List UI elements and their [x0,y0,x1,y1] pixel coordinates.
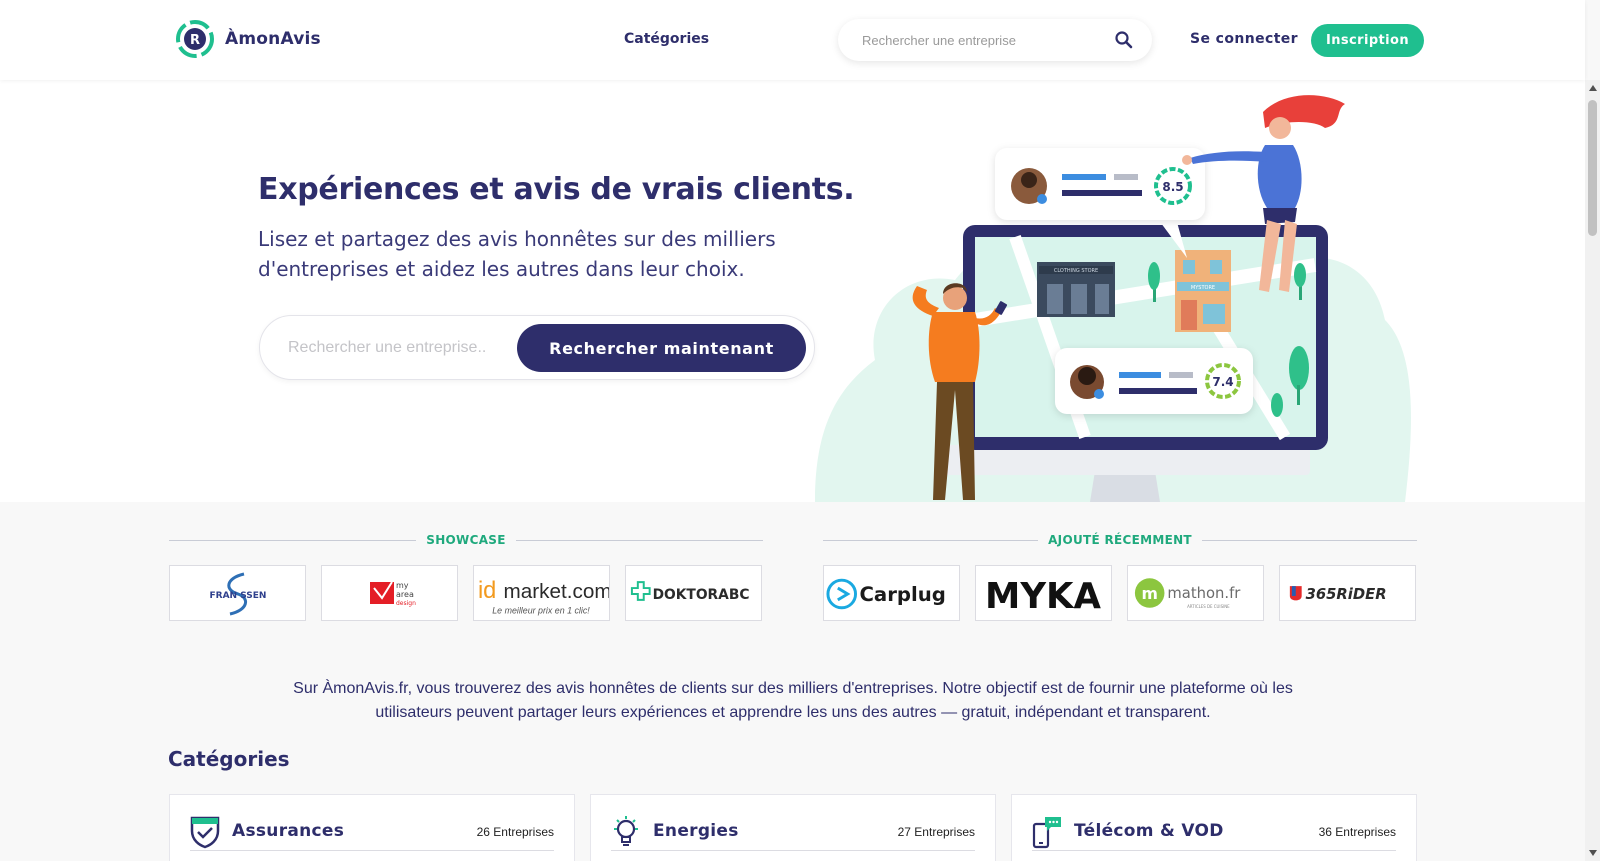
showcase-logo-idmarket[interactable]: id market.com Le meilleur prix en 1 clic… [473,565,610,621]
hero-search-box: Rechercher maintenant [259,315,815,380]
showcase-logo-myarea[interactable]: my area design [321,565,458,621]
divider [190,850,554,851]
showcase-header: SHOWCASE [169,533,763,547]
showcase-logo-doktorabc[interactable]: DOKTORABC [625,565,762,621]
score-bottom: 7.4 [1212,375,1233,389]
hero-subtitle: Lisez et partagez des avis honnêtes sur … [258,227,776,281]
header-search-box[interactable] [838,19,1152,61]
recent-header: AJOUTÉ RÉCEMMENT [823,533,1417,547]
brand-logo-icon: R [176,20,214,58]
brand-name: ÀmonAvis [225,29,321,49]
franssen-logo-text: FRAN SSEN [209,591,266,601]
category-name: Energies [653,821,739,841]
category-count: 26 Entreprises [476,825,554,839]
recent-label: AJOUTÉ RÉCEMMENT [1048,533,1192,547]
svg-text:id: id [478,578,496,604]
scroll-up-arrow-icon[interactable] [1589,85,1597,91]
365rider-logo-icon: 365RiDER [1289,586,1387,603]
brand-logo[interactable]: R ÀmonAvis [175,19,321,59]
hero-section: Expériences et avis de vrais clients. Li… [0,80,1585,502]
mathon-logo-text: mathon.fr [1167,585,1241,602]
svg-text:Le meilleur prix en 1 clic!: Le meilleur prix en 1 clic! [492,606,590,616]
category-count: 27 Entreprises [897,825,975,839]
intro-text: Sur ÀmonAvis.fr, vous trouverez des avis… [293,680,1293,721]
divider [1201,539,1417,541]
mystore-sign: MYSTORE [1191,285,1215,291]
hero-search-button[interactable]: Rechercher maintenant [517,324,806,372]
recent-logo-mathon[interactable]: m mathon.fr ARTICLES DE CUISINE [1127,565,1264,621]
doktorabc-logo-icon: DOKTORABC [630,581,750,603]
franssen-logo-icon: FRAN SSEN [209,572,266,616]
divider [515,539,763,541]
doktorabc-logo-text: DOKTORABC [653,587,750,603]
site-header: R ÀmonAvis Catégories Se connecter Inscr… [0,0,1585,80]
recent-logo-myka[interactable]: MYKA [975,565,1112,621]
svg-text:area: area [396,590,414,599]
hero-title: Expériences et avis de vrais clients. [258,172,855,207]
nav-categories-link[interactable]: Catégories [624,31,709,47]
mathon-logo-icon: m mathon.fr ARTICLES DE CUISINE [1134,578,1241,609]
divider [611,850,975,851]
svg-text:ARTICLES DE CUISINE: ARTICLES DE CUISINE [1187,604,1230,609]
review-bubble-bottom: 7.4 [1055,348,1253,414]
scroll-down-arrow-icon[interactable] [1589,850,1597,856]
recent-logo-carplug[interactable]: Carplug [823,565,960,621]
divider [823,539,1039,541]
showcase-logo-franssen[interactable]: FRAN SSEN [169,565,306,621]
signup-button[interactable]: Inscription [1311,24,1424,57]
divider [169,539,417,541]
category-name: Télécom & VOD [1074,821,1224,841]
hero-illustration: CLOTHING STORE MYSTORE 8.5 7.4 [815,95,1411,502]
showcase-label: SHOWCASE [426,533,506,547]
category-card-energies[interactable]: Energies 27 Entreprises [590,794,996,861]
header-search-input[interactable] [862,19,1102,61]
category-name: Assurances [232,821,345,841]
scrollbar-thumb[interactable] [1588,100,1597,236]
categories-title: Catégories [168,747,290,771]
svg-text:m: m [1141,584,1157,603]
myarea-logo-icon: my area design [369,581,416,607]
divider [1032,850,1396,851]
svg-text:design: design [396,600,416,607]
phone-chat-icon [1032,817,1061,849]
page-scrollbar[interactable] [1585,80,1600,861]
365rider-logo-text: 365RiDER [1306,586,1387,603]
hero-search-input[interactable] [288,316,508,379]
recent-logo-365rider[interactable]: 365RiDER [1279,565,1416,621]
search-icon[interactable] [1114,30,1134,50]
myka-logo-text: MYKA [985,576,1101,617]
carplug-logo-text: Carplug [859,583,945,606]
svg-text:my: my [396,581,409,590]
login-link[interactable]: Se connecter [1190,31,1298,47]
category-count: 36 Entreprises [1318,825,1396,839]
idmarket-logo-icon: id market.com Le meilleur prix en 1 clic… [478,578,609,616]
brand-logo-letter: R [190,33,200,48]
clothing-store-sign: CLOTHING STORE [1054,268,1098,274]
lightbulb-icon [614,816,638,846]
category-card-assurances[interactable]: Assurances 26 Entreprises [169,794,575,861]
carplug-logo-icon: Carplug [826,578,946,610]
score-top: 8.5 [1162,180,1183,194]
myka-logo-icon: MYKA [985,576,1101,617]
idmarket-logo-text: market.com [504,580,609,603]
category-card-telecom[interactable]: Télécom & VOD 36 Entreprises [1011,794,1417,861]
shield-check-icon [190,816,220,849]
